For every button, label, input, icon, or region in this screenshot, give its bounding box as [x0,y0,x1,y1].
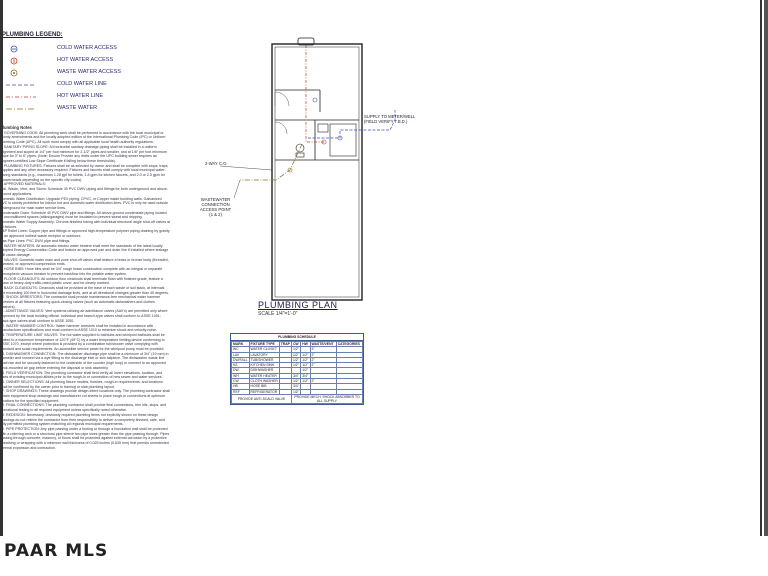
schedule-header-cell: CATEGORIES [335,340,364,348]
schedule-title: PLUMBING SCHEDULE [231,334,363,341]
wastewater-connection-note: WASTEWATER CONNECTION ACCESS POINT (1 & … [200,197,231,217]
cold-water-line-icon [6,84,36,86]
note-paragraph: 1. GOVERNING CODE: All plumbing work sha… [0,130,166,145]
legend-row-waste-access: WASTE WATER ACCESS [0,67,130,79]
note-paragraph: Domestic Water Distribution: Upgrade PEX… [0,196,168,210]
note-paragraph: Domestic Water Supply Assembly: Chrome-f… [0,220,170,229]
note-paragraph: T&P Relief Lines: Copper pipe and fittin… [0,229,170,239]
note-paragraph: 20. PIPE PROTECTION: Any pipe passing un… [0,427,170,450]
watermark-logo: PAAR MLS [4,541,109,561]
note-paragraph: Soil, Waste, Vent, and Storm: Schedule 4… [0,187,169,196]
legend-label: HOT WATER ACCESS [57,57,114,63]
legend-label: HOT WATER LINE [57,93,104,99]
schedule-header-cell: TRAP [278,340,292,348]
table-cell: CLOTH WASHER [248,378,280,385]
note-paragraph: 7. HOSE BIBS: Hose bibs shall be 3/4" ro… [0,267,163,276]
tub-shower [329,123,357,157]
sheet-edge [764,0,768,544]
note-paragraph: 13. TEMPERATURE LIMIT VALVES: The hot wa… [0,332,165,352]
schedule-header-row: MARK FIXTURE TYPE TRAP CW HW WASTE/VENT CATEGO… [231,340,364,348]
footer-bar [0,536,768,576]
legend-row-hot-access: HOT WATER ACCESS [0,55,130,67]
note-paragraph: 12. WATER HAMMER CONTROL: Water hammer a… [0,323,158,333]
note-paragraph: 19. REDESIGN: Necessary, obviously requi… [0,412,165,427]
plumbing-schedule: PLUMBING SCHEDULE MARK FIXTURE TYPE TRAP CW… [230,333,364,405]
note-paragraph: 5. WATER HEATERS: All automatic electric… [0,243,169,257]
note-paragraph: 17. SHOP DRAWINGS: These drawings provid… [0,389,170,403]
legend-row-cold-line: COLD WATER LINE [0,79,130,91]
note-paragraph: 6. VALVES: Domestic water main and zone … [0,257,169,267]
supply-note-line: (FIELD VERIFY T.B.D.) [364,119,408,124]
note-paragraph: 16. OWNER SELECTIONS: All plumbing fixtu… [0,379,163,389]
plumbing-plan-drawing [220,37,396,301]
schedule-footer-left: PROVIDE ANTI-SCALD VALVE [231,393,292,404]
legend-title: PLUMBING LEGEND: [2,32,63,38]
legend-row-waste-line: WASTE WATER [0,103,130,115]
note-paragraph: Condensate Drain: Schedule 40 PVC DWV pi… [0,210,167,220]
legend-label: COLD WATER ACCESS [57,45,117,51]
supply-note: SUPPLY TO METER/WELL (FIELD VERIFY T.B.D… [364,114,415,124]
legend-label: WASTE WATER [57,105,98,111]
schedule-header-cell: WASTE/VENT [309,340,337,348]
hot-water-line-icon [6,96,36,98]
schedule-footer-row: PROVIDE ANTI-SCALD VALVE PROVIDE MECH. SH… [231,393,364,404]
note-paragraph: 11. ADMITTANCE VALVES: Vent systems util… [0,309,168,323]
plumbing-notes: Plumbing Notes 1. GOVERNING CODE: All pl… [0,125,170,451]
schedule-footer-right: PROVIDE MECH. SHOCK ABSORBER TO ALL SUPP… [290,393,364,404]
waste-water-access-icon [10,69,18,77]
table-cell: WATER HEATER [248,372,280,380]
note-paragraph: 18. FINAL CONNECTIONS: The plumbing cont… [0,403,167,413]
table-cell: WATER CLOSET [248,346,280,353]
legend-label: WASTE WATER ACCESS [57,69,121,75]
hot-water-access-icon [10,57,18,65]
note-paragraph: 8. FLOOR CLEANOUTS: All outdoor floor cl… [0,276,163,286]
legend-label: COLD WATER LINE [57,81,107,87]
building-outline [271,43,363,301]
notes-body: 1. GOVERNING CODE: All plumbing work sha… [0,131,170,451]
cold-water-access-icon [10,45,18,53]
legend-row-cold-access: COLD WATER ACCESS [0,43,130,55]
lavatory [317,123,329,133]
note-paragraph: 10. SHOCK ARRESTORS: The contractor shal… [0,295,161,309]
two-way-co-note: 2-WAY C.O. [205,161,228,166]
note-paragraph: 3. PLUMBING FIXTURES: Fixtures shall be … [0,163,169,182]
plan-title: PLUMBING PLAN [258,300,338,310]
table-cell: REFRIGERATOR [248,388,280,395]
schedule-header-cell: FIXTURE TYPE [248,340,280,348]
plan-scale: SCALE 1/4"=1'-0" [258,311,298,317]
sheet-border-right [760,0,762,544]
waste-water-line-icon [6,108,36,110]
note-paragraph: 2. SANITARY PIPING SLOPE: All horizontal… [0,144,167,163]
schedule-table: MARK FIXTURE TYPE TRAP CW HW WASTE/VENT CATEGO… [231,340,364,404]
legend-row-hot-line: HOT WATER LINE [0,91,130,103]
note-paragraph: 14. DISHWASHER CONNECTION: The dishwashe… [0,351,169,370]
note-paragraph: 15. FIELD VERIFICATION: The plumbing con… [0,370,163,380]
table-cell: DW/FALL [231,356,250,364]
note-paragraph: 9. BACK CLEANOUTS: Cleanouts shall be pr… [0,285,170,295]
connection-note-line: (1 & 2) [209,212,222,217]
